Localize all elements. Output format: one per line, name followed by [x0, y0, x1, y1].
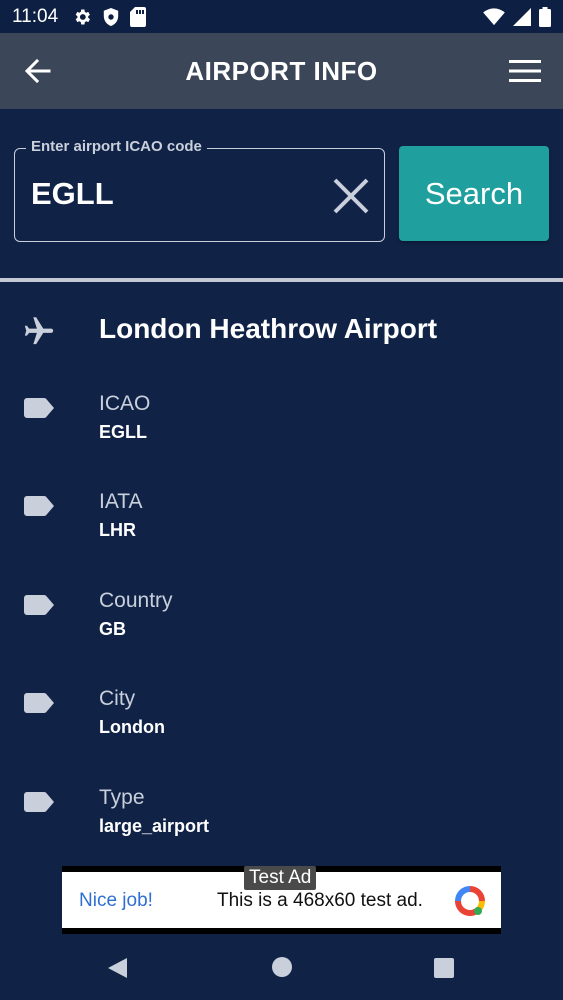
page-title: AIRPORT INFO [185, 55, 378, 86]
nav-recent-apps-icon[interactable] [433, 957, 455, 979]
tag-icon [24, 398, 54, 418]
info-label: Type [99, 786, 145, 809]
tag-icon [24, 792, 54, 812]
battery-icon [539, 6, 551, 27]
airport-name: London Heathrow Airport [99, 313, 438, 344]
nav-home-icon[interactable] [271, 956, 293, 978]
info-row-iata: IATA LHR [0, 490, 563, 550]
info-row-icao: ICAO EGLL [0, 392, 563, 452]
divider [0, 278, 563, 282]
status-icons-right [483, 6, 551, 27]
info-label: IATA [99, 490, 143, 513]
status-time: 11:04 [12, 5, 59, 27]
signal-icon [513, 7, 531, 26]
back-button[interactable] [20, 55, 56, 87]
tag-icon [24, 595, 54, 615]
info-value: London [99, 717, 165, 737]
info-value: LHR [99, 520, 136, 540]
close-icon [333, 178, 369, 214]
sd-card-icon [130, 6, 147, 27]
ad-logo-icon [455, 886, 486, 916]
info-value: large_airport [99, 816, 210, 836]
app-bar: AIRPORT INFO [0, 33, 563, 109]
status-bar: 11:04 [0, 0, 563, 33]
airport-name-row: London Heathrow Airport [0, 305, 563, 355]
info-row-type: Type large_airport [0, 786, 563, 846]
airport-info-screen: 11:04 AIRPORT INFO Enter airport ICAO co… [0, 0, 563, 1000]
ad-headline: Nice job! [79, 890, 153, 911]
info-row-city: City London [0, 687, 563, 747]
hamburger-menu-icon [509, 60, 541, 82]
shield-icon [103, 7, 119, 26]
wifi-icon [483, 7, 505, 25]
icao-field: Enter airport ICAO code [14, 138, 385, 242]
navigation-bar [0, 934, 563, 1000]
info-label: ICAO [99, 392, 151, 415]
menu-button[interactable] [507, 55, 543, 87]
info-value: GB [99, 619, 126, 639]
arrow-left-icon [25, 59, 51, 83]
status-icons-left [72, 6, 147, 27]
gear-icon [75, 9, 91, 24]
search-button[interactable]: Search [399, 146, 549, 241]
ad-body: This is a 468x60 test ad. [217, 890, 423, 911]
icao-field-label: Enter airport ICAO code [26, 138, 207, 155]
ad-tag: Test Ad [244, 866, 317, 890]
info-value: EGLL [99, 422, 147, 442]
search-area: Enter airport ICAO code Search [0, 109, 563, 279]
clear-button[interactable] [330, 175, 372, 217]
info-label: City [99, 687, 136, 710]
nav-back-icon[interactable] [106, 956, 130, 980]
info-row-country: Country GB [0, 589, 563, 649]
info-label: Country [99, 589, 173, 612]
tag-icon [24, 496, 54, 516]
tag-icon [24, 693, 54, 713]
airplane-icon [24, 317, 54, 345]
icao-input[interactable] [31, 171, 321, 217]
